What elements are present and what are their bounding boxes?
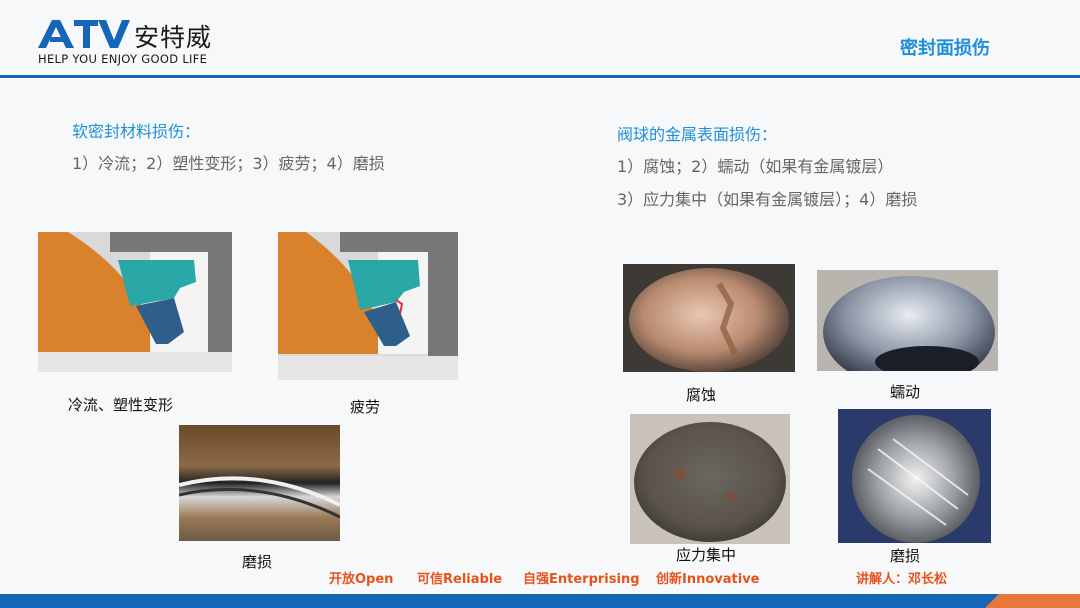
stress-concentration-caption: 应力集中 [676,546,737,564]
soft-seal-damage-title: 软密封材料损伤： [72,122,201,141]
ball-wear-photo [838,409,991,543]
metal-surface-damage-line2: 3）应力集中（如果有金属镀层）；4）磨损 [617,190,918,209]
corrosion-caption: 腐蚀 [686,386,717,404]
metal-surface-damage-title: 阀球的金属表面损伤： [617,125,778,144]
footer-value-open: 开放Open [329,572,394,587]
stress-concentration-photo [630,414,790,544]
seal-wear-photo [179,425,340,541]
cold-flow-diagram [38,232,232,372]
footer-bar [0,594,1080,608]
company-name-cn: 安特威 [134,23,213,52]
soft-seal-damage-list: 1）冷流；2）塑性变形；3）疲劳；4）磨损 [72,154,385,173]
creep-caption: 蠕动 [890,383,921,401]
ball-wear-caption: 磨损 [890,547,921,565]
fatigue-diagram [278,232,458,380]
footer-value-innovative: 创新Innovative [656,572,760,587]
corrosion-photo [623,264,795,372]
creep-photo [817,270,998,371]
slide-title: 密封面损伤 [900,38,990,59]
company-tagline: HELP YOU ENJOY GOOD LIFE [38,52,208,66]
metal-surface-damage-line1: 1）腐蚀；2）蠕动（如果有金属镀层） [617,157,894,176]
atv-logo-icon [38,20,130,48]
seal-wear-caption: 磨损 [242,553,273,571]
fatigue-caption: 疲劳 [350,398,381,416]
header-divider [0,75,1080,78]
footer-speaker: 讲解人：邓长松 [856,572,948,587]
footer-value-enterprising: 自强Enterprising [523,572,640,587]
footer-accent [985,594,1080,608]
cold-flow-caption: 冷流、塑性变形 [68,396,174,414]
footer-value-reliable: 可信Reliable [417,572,503,587]
